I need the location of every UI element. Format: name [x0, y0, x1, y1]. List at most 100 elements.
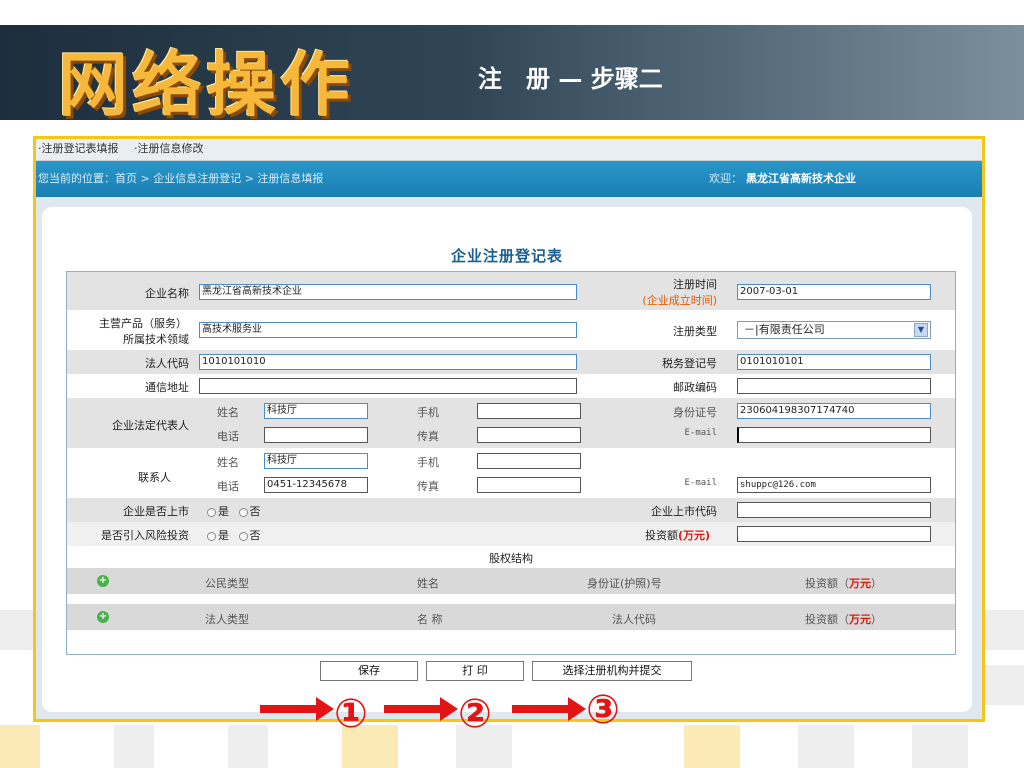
- row-legal-code: 法人代码 1010101010 税务登记号 0101010101: [67, 350, 955, 374]
- col-citizen-invest: 投资额（万元）: [805, 577, 882, 590]
- contact-name-input[interactable]: 科技厅: [264, 453, 368, 469]
- equity-table-citizen-body: [67, 594, 955, 604]
- equity-table-citizen-header: + 公民类型 姓名 身份证(护照)号 投资额（万元）: [67, 568, 955, 594]
- chevron-down-icon[interactable]: ▼: [914, 323, 928, 337]
- rep-fax-input[interactable]: [477, 427, 581, 443]
- row-legal-rep: 企业法定代表人 姓名 科技厅 手机 身份证号 23060419830717474…: [67, 398, 955, 448]
- rep-email-input[interactable]: [737, 427, 931, 443]
- top-nav: ·注册登记表填报 ·注册信息修改: [36, 139, 982, 161]
- vc-radio-group: 是 否: [207, 527, 261, 543]
- row-company-name: 企业名称 黑龙江省高新技术企业 注册时间 (企业成立时间) 2007-03-01: [67, 272, 955, 310]
- label-rep-phone: 电话: [217, 430, 239, 443]
- location-bar: 您当前的位置：首页 > 企业信息注册登记 > 注册信息填报 欢迎： 黑龙江省高新技…: [36, 161, 982, 197]
- equity-table-legal-header: + 法人类型 名 称 法人代码 投资额（万元）: [67, 604, 955, 630]
- rep-mobile-input[interactable]: [477, 403, 581, 419]
- legal-code-input[interactable]: 1010101010: [199, 354, 577, 370]
- col-legal-type: 法人类型: [205, 613, 249, 626]
- listed-no-radio[interactable]: [238, 507, 248, 517]
- col-legal-name: 名 称: [417, 613, 443, 626]
- welcome-text: 欢迎： 黑龙江省高新技术企业: [709, 172, 856, 185]
- label-vc: 是否引入风险投资: [101, 529, 189, 542]
- nav-item-register-form[interactable]: ·注册登记表填报: [38, 142, 119, 155]
- panel-background: 企业注册登记表 企业名称 黑龙江省高新技术企业 注册时间 (企业成立时间) 20…: [36, 197, 982, 719]
- rep-name-input[interactable]: 科技厅: [264, 403, 368, 419]
- company-name-input[interactable]: 黑龙江省高新技术企业: [199, 284, 577, 300]
- breadcrumb: 您当前的位置：首页 > 企业信息注册登记 > 注册信息填报: [38, 172, 324, 185]
- label-tax-no: 税务登记号: [662, 357, 717, 370]
- step-2-marker: ②: [458, 691, 492, 737]
- reg-time-input[interactable]: 2007-03-01: [737, 284, 931, 300]
- listed-code-input[interactable]: [737, 502, 931, 518]
- label-tech-field: 所属技术领域: [123, 333, 189, 346]
- postcode-input[interactable]: [737, 378, 931, 394]
- bg-square: [912, 725, 968, 768]
- label-rep-mobile: 手机: [417, 406, 439, 419]
- listed-radio-group: 是 否: [207, 503, 261, 519]
- label-postcode: 邮政编码: [673, 381, 717, 394]
- row-venture: 是否引入风险投资 是 否 投资额(万元): [67, 522, 955, 546]
- col-citizen-name: 姓名: [417, 577, 439, 590]
- nav-item-modify-info[interactable]: ·注册信息修改: [134, 142, 204, 155]
- vc-no-radio[interactable]: [238, 531, 248, 541]
- bg-square: [0, 725, 40, 768]
- label-rep-fax: 传真: [417, 430, 439, 443]
- contact-email-input[interactable]: shuppc@126.com: [737, 477, 931, 493]
- invest-input[interactable]: [737, 526, 931, 542]
- reg-type-select[interactable]: －|有限责任公司 ▼: [737, 321, 931, 339]
- label-contact-phone: 电话: [217, 480, 239, 493]
- arrow-1-shaft: [260, 705, 318, 713]
- bg-square: [228, 725, 268, 768]
- label-equity: 股权结构: [489, 552, 533, 565]
- row-contact: 联系人 姓名 科技厅 手机 电话 0451-12345678 传真 E-mail…: [67, 448, 955, 498]
- label-contact: 联系人: [138, 471, 171, 484]
- registration-form-table: 企业名称 黑龙江省高新技术企业 注册时间 (企业成立时间) 2007-03-01…: [66, 271, 956, 655]
- bg-square: [985, 610, 1024, 650]
- screenshot-frame: ·注册登记表填报 ·注册信息修改 您当前的位置：首页 > 企业信息注册登记 > …: [33, 136, 985, 722]
- col-citizen-type: 公民类型: [205, 577, 249, 590]
- label-listed-code: 企业上市代码: [651, 505, 717, 518]
- slide-header: 网络操作 注 册 — 步骤二: [0, 25, 1024, 126]
- form-title: 企业注册登记表: [450, 247, 563, 265]
- arrow-3-head: [568, 697, 586, 721]
- row-main-product: 主营产品（服务） 所属技术领域 高技术服务业 注册类型 －|有限责任公司 ▼: [67, 310, 955, 350]
- arrow-3-shaft: [512, 705, 570, 713]
- bg-square: [114, 725, 154, 768]
- address-input[interactable]: [199, 378, 577, 394]
- label-invest: 投资额(万元): [645, 529, 711, 542]
- col-citizen-id: 身份证(护照)号: [587, 577, 662, 590]
- contact-phone-input[interactable]: 0451-12345678: [264, 477, 368, 493]
- tech-field-input[interactable]: 高技术服务业: [199, 322, 577, 338]
- bg-square: [684, 725, 740, 768]
- submit-button[interactable]: 选择注册机构并提交: [532, 661, 692, 681]
- step-1-marker: ①: [334, 691, 368, 737]
- label-rep-name: 姓名: [217, 406, 239, 419]
- label-contact-mobile: 手机: [417, 456, 439, 469]
- tax-no-input[interactable]: 0101010101: [737, 354, 931, 370]
- label-rep-email: E-mail: [684, 428, 717, 438]
- label-reg-time-sub: (企业成立时间): [642, 294, 717, 307]
- arrow-1-head: [316, 697, 334, 721]
- add-citizen-icon[interactable]: +: [97, 575, 109, 587]
- contact-mobile-input[interactable]: [477, 453, 581, 469]
- slide-subtitle: 注 册 — 步骤二: [478, 65, 663, 93]
- add-legal-entity-icon[interactable]: +: [97, 611, 109, 623]
- arrow-2-head: [440, 697, 458, 721]
- rep-phone-input[interactable]: [264, 427, 368, 443]
- slide-title: 网络操作: [58, 44, 354, 126]
- vc-yes-radio[interactable]: [207, 531, 216, 541]
- reg-type-value: －|有限责任公司: [744, 323, 825, 336]
- company-name-display: 黑龙江省高新技术企业: [746, 172, 856, 185]
- print-button[interactable]: 打 印: [426, 661, 524, 681]
- label-contact-fax: 传真: [417, 480, 439, 493]
- row-equity-title: 股权结构: [67, 546, 955, 568]
- save-button[interactable]: 保存: [320, 661, 418, 681]
- label-rep-id: 身份证号: [673, 406, 717, 419]
- label-contact-email: E-mail: [684, 478, 717, 488]
- col-legal-code: 法人代码: [612, 613, 656, 626]
- label-reg-type: 注册类型: [673, 325, 717, 338]
- step-3-marker: ③: [586, 687, 620, 733]
- rep-id-input[interactable]: 230604198307174740: [737, 403, 931, 419]
- listed-yes-radio[interactable]: [207, 507, 216, 517]
- label-main-product: 主营产品（服务）: [99, 317, 187, 330]
- contact-fax-input[interactable]: [477, 477, 581, 493]
